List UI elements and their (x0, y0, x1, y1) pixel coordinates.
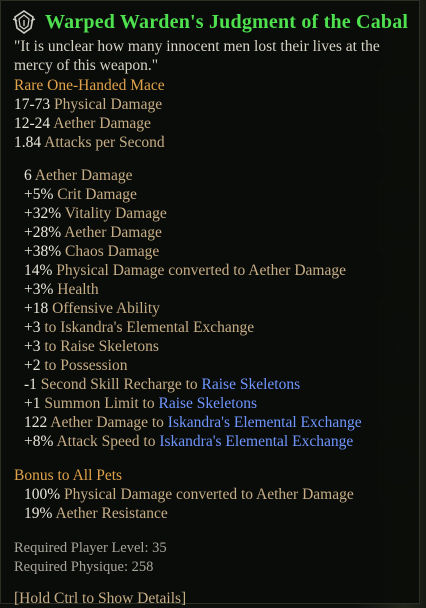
modifier-line: +1 Summon Limit to Raise Skeletons (24, 394, 257, 413)
base-stat-line: 1.84 Attacks per Second (14, 133, 165, 152)
stat-value: +2 (24, 357, 41, 374)
modifier-line: -1 Second Skill Recharge to Raise Skelet… (24, 375, 300, 394)
stat-label: to Iskandra's Elemental Exchange (44, 319, 255, 336)
requirement-label: Required Physique: (14, 559, 128, 575)
stat-label: Aether Damage (34, 167, 133, 184)
skill-link: Iskandra's Elemental Exchange (167, 414, 362, 431)
requirement-line: Required Physique: 258 (14, 558, 153, 577)
set-item-emblem-icon (12, 10, 36, 34)
stat-label: Aether Damage to (50, 414, 164, 431)
stat-value: 14% (24, 262, 53, 279)
modifier-line: 6 Aether Damage (24, 166, 132, 185)
stat-label: Aether Resistance (55, 505, 168, 522)
item-rarity-type: Rare One-Handed Mace (14, 77, 165, 94)
stat-label: Attacks per Second (44, 134, 165, 151)
stat-value: +32% (24, 205, 62, 222)
item-flavor-text: "It is unclear how many innocent men los… (14, 38, 380, 74)
pet-bonus-line: 19% Aether Resistance (24, 504, 168, 523)
skill-link: Raise Skeletons (201, 376, 301, 393)
stat-value: +3% (24, 281, 54, 298)
item-tooltip: Warped Warden's Judgment of the Cabal "I… (0, 0, 420, 607)
stat-label: Crit Damage (57, 186, 137, 203)
modifier-line: +28% Aether Damage (24, 223, 162, 242)
stat-value: +3 (24, 319, 41, 336)
requirement-value: 35 (152, 540, 167, 556)
base-stat-line: 12-24 Aether Damage (14, 114, 151, 133)
stat-value: +38% (24, 243, 62, 260)
stat-label: Physical Damage converted to Aether Dama… (56, 262, 346, 279)
skill-link: Iskandra's Elemental Exchange (159, 433, 354, 450)
stat-label: to Possession (44, 357, 128, 374)
stat-value: +1 (24, 395, 41, 412)
modifier-line: +3 to Raise Skeletons (24, 337, 159, 356)
requirement-value: 258 (131, 559, 154, 575)
stat-value: 19% (24, 505, 53, 522)
stat-label: Physical Damage converted to Aether Dama… (64, 486, 354, 503)
modifier-line: +3 to Iskandra's Elemental Exchange (24, 318, 254, 337)
stat-value: -1 (24, 376, 37, 393)
pet-bonus-line: 100% Physical Damage converted to Aether… (24, 485, 354, 504)
stat-value: +8% (24, 433, 54, 450)
stat-label: Attack Speed to (56, 433, 156, 450)
stat-value: 1.84 (14, 134, 42, 151)
modifier-line: 122 Aether Damage to Iskandra's Elementa… (24, 413, 362, 432)
modifier-line: +3% Health (24, 280, 99, 299)
stat-value: 17-73 (14, 96, 51, 113)
stat-value: +28% (24, 224, 62, 241)
stat-value: 12-24 (14, 115, 51, 132)
stat-label: Chaos Damage (65, 243, 160, 260)
stat-label: Physical Damage (54, 96, 163, 113)
show-details-hint: [Hold Ctrl to Show Details] (14, 590, 187, 607)
requirement-label: Required Player Level: (14, 540, 149, 556)
stat-label: Health (57, 281, 99, 298)
base-stat-line: 17-73 Physical Damage (14, 95, 162, 114)
pet-bonus-heading: Bonus to All Pets (14, 467, 123, 484)
stat-label: Summon Limit to (44, 395, 155, 412)
stat-label: to Raise Skeletons (44, 338, 159, 355)
modifier-line: +8% Attack Speed to Iskandra's Elemental… (24, 432, 353, 451)
item-header: Warped Warden's Judgment of the Cabal (11, 9, 408, 35)
stat-label: Second Skill Recharge to (40, 376, 198, 393)
item-name: Warped Warden's Judgment of the Cabal (45, 10, 409, 33)
stat-value: 6 (24, 167, 32, 184)
requirement-line: Required Player Level: 35 (14, 539, 167, 558)
stat-label: Aether Damage (53, 115, 151, 132)
stat-label: Aether Damage (64, 224, 162, 241)
modifier-line: 14% Physical Damage converted to Aether … (24, 261, 346, 280)
modifier-line: +18 Offensive Ability (24, 299, 160, 318)
stat-value: +5% (24, 186, 54, 203)
stat-value: 100% (24, 486, 61, 503)
modifier-line: +38% Chaos Damage (24, 242, 159, 261)
modifier-line: +5% Crit Damage (24, 185, 137, 204)
modifier-line: +32% Vitality Damage (24, 204, 167, 223)
stat-label: Offensive Ability (52, 300, 160, 317)
stat-label: Vitality Damage (64, 205, 167, 222)
skill-link: Raise Skeletons (158, 395, 258, 412)
stat-value: 122 (24, 414, 48, 431)
stat-value: +18 (24, 300, 49, 317)
stat-value: +3 (24, 338, 41, 355)
modifier-line: +2 to Possession (24, 356, 128, 375)
